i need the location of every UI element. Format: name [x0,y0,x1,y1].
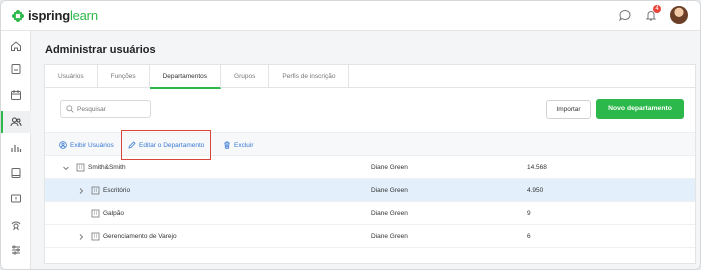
user-circle-icon [59,141,67,149]
delete-label: Excluir [234,141,254,149]
building-icon [91,209,100,218]
delete-action[interactable]: Excluir [223,133,254,157]
user-avatar[interactable] [670,6,688,24]
trash-icon [224,141,230,149]
import-button[interactable]: Importar [546,100,591,119]
calendar-icon[interactable] [1,84,31,106]
department-manager: Diane Green [371,187,408,194]
table-row[interactable]: Gerenciamento de Varejo Diane Green 6 [45,225,695,248]
chevron-right-icon[interactable] [77,233,85,241]
tab-roles[interactable]: Funções [98,65,150,88]
courses-icon[interactable] [1,58,31,80]
left-nav-rail [1,31,31,269]
settings-sliders-icon[interactable] [1,239,31,261]
tab-groups[interactable]: Grupos [221,65,270,88]
page-title: Administrar usuários [45,44,156,56]
tab-departments[interactable]: Departamentos [149,65,222,89]
department-user-count: 4.950 [527,187,544,194]
app-window: ispringlearn 4 Administrar usuários Usuá… [0,0,701,270]
department-user-count: 14.568 [527,164,547,171]
chat-icon[interactable] [618,8,632,22]
logo-text: ispringlearn [28,8,98,23]
departments-panel: Usuários Funções Departamentos Grupos Pe… [44,64,696,264]
department-user-count: 6 [527,233,531,240]
department-manager: Diane Green [371,210,408,217]
table-row[interactable]: Smith&Smith Diane Green 14.568 [45,156,695,179]
table-row[interactable]: Galpão Diane Green 9 [45,202,695,225]
pencil-icon [128,141,136,149]
department-name: Smith&Smith [88,164,126,171]
search-box[interactable] [60,100,151,118]
new-department-button[interactable]: Novo departamento [596,99,684,119]
chevron-down-icon[interactable] [62,164,70,172]
department-manager: Diane Green [371,164,408,171]
home-icon[interactable] [1,35,31,57]
users-icon[interactable] [1,111,31,133]
tab-bar: Usuários Funções Departamentos Grupos Pe… [45,65,695,89]
edit-department-label: Editar o Departamento [139,141,205,149]
chevron-right-icon[interactable] [77,187,85,195]
messages-icon[interactable] [1,188,31,210]
department-manager: Diane Green [371,233,408,240]
action-bar: Exibir Usuários Editar o Departamento Ex… [45,130,695,160]
search-icon [66,105,74,113]
integrations-icon[interactable] [1,214,31,236]
building-icon [76,163,85,172]
ispring-logo[interactable]: ispringlearn [11,8,98,23]
tab-enrollment-profiles[interactable]: Perfis de inscrição [269,65,350,88]
department-user-count: 9 [527,210,531,217]
reports-icon[interactable] [1,137,31,159]
tab-users[interactable]: Usuários [45,65,98,88]
top-bar: ispringlearn 4 [1,1,700,31]
department-name: Gerenciamento de Varejo [103,233,177,240]
department-name: Escritório [103,187,131,194]
view-users-action[interactable]: Exibir Usuários [59,133,114,157]
notification-bell-icon[interactable]: 4 [644,5,661,22]
table-row[interactable]: Escritório Diane Green 4.950 [45,179,695,202]
logo-flower-icon [12,9,24,22]
search-input[interactable] [77,105,147,113]
view-users-label: Exibir Usuários [70,141,114,149]
building-icon [91,186,100,195]
department-name: Galpão [103,210,124,217]
notification-badge: 4 [653,5,661,13]
building-icon [91,232,100,241]
tablet-icon[interactable] [1,162,31,184]
